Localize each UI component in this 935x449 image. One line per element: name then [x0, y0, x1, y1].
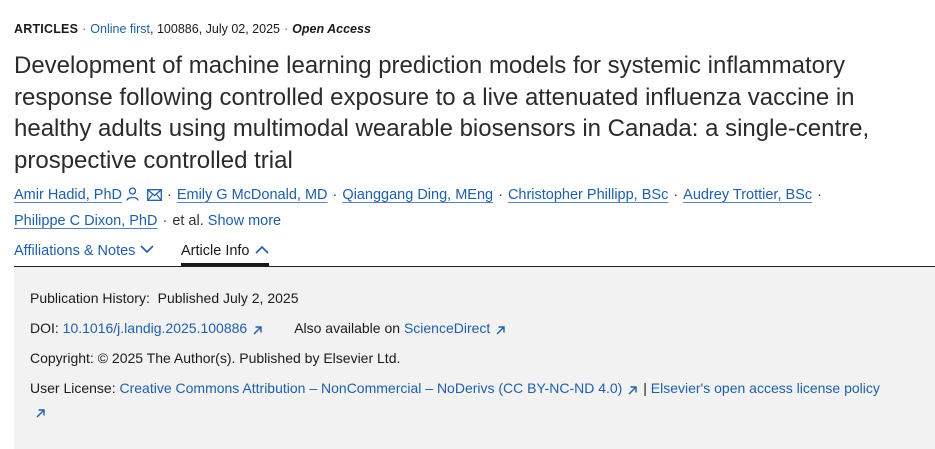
meta-separator: · — [284, 22, 289, 36]
online-first-link[interactable]: Online first — [90, 22, 150, 36]
doi-link[interactable]: 10.1016/j.landig.2025.100886 — [63, 320, 248, 336]
author-separator: · — [162, 213, 168, 229]
external-link-icon — [626, 381, 639, 401]
article-details: , 100886, July 02, 2025 — [150, 22, 280, 36]
author-separator: · — [166, 187, 172, 203]
author-link[interactable]: Amir Hadid, PhD — [14, 187, 122, 203]
external-link-icon — [251, 321, 264, 341]
doi-row: DOI: 10.1016/j.landig.2025.100886 Also av… — [30, 318, 507, 341]
external-link-icon — [494, 321, 507, 341]
copyright: Copyright: © 2025 The Author(s). Publish… — [30, 350, 401, 366]
external-link-icon — [34, 404, 47, 424]
author-link[interactable]: Qianggang Ding, MEng — [342, 187, 493, 203]
person-icon[interactable] — [126, 185, 139, 209]
author-separator: · — [817, 187, 822, 203]
chevron-down-icon — [135, 243, 155, 259]
author-link[interactable]: Philippe C Dixon, PhD — [14, 213, 157, 229]
history-value: Published July 2, 2025 — [157, 290, 299, 306]
tab-affiliations[interactable]: Affiliations & Notes — [14, 241, 155, 261]
mail-icon[interactable] — [147, 185, 162, 209]
author-separator: · — [673, 187, 679, 203]
meta-separator: · — [82, 22, 87, 36]
open-access-label: Open Access — [292, 22, 371, 36]
tab-article-info[interactable]: Article Info — [181, 241, 269, 266]
author-list: Amir Hadid, PhD · Emily G McDonald, MD · Qia… — [14, 183, 924, 233]
article-type: ARTICLES — [14, 22, 79, 36]
chevron-up-icon — [250, 243, 269, 259]
author-link[interactable]: Emily G McDonald, MD — [177, 187, 328, 203]
article-meta: ARTICLES · Online first, 100886, July 02, … — [14, 20, 371, 38]
author-link[interactable]: Audrey Trottier, BSc — [683, 187, 812, 203]
article-title: Development of machine learning predicti… — [14, 52, 870, 174]
user-license: User License: Creative Commons Attributi… — [30, 378, 890, 424]
article-info-panel: Publication History: Published July 2, 2… — [14, 267, 935, 449]
publication-history: Publication History: Published July 2, 2… — [30, 288, 298, 308]
license-link[interactable]: Creative Commons Attribution – NonCommer… — [119, 380, 622, 396]
sciencedirect-link[interactable]: ScienceDirect — [404, 320, 490, 336]
history-label: Publication History: — [30, 290, 150, 306]
et-al: et al. — [172, 213, 204, 229]
license-separator: | — [643, 380, 647, 396]
tab-affiliations-label: Affiliations & Notes — [14, 243, 136, 259]
author-link[interactable]: Christopher Phillipp, BSc — [508, 187, 668, 203]
author-separator: · — [498, 187, 503, 203]
license-label: User License: — [30, 380, 116, 396]
show-more-link[interactable]: Show more — [208, 213, 281, 229]
elsevier-policy-link[interactable]: Elsevier's open access license policy — [651, 380, 880, 396]
doi-label: DOI: — [30, 320, 59, 336]
also-available-label: Also available on — [294, 320, 401, 336]
author-separator: · — [332, 187, 338, 203]
article-header: ARTICLES · Online first, 100886, July 02, … — [0, 0, 935, 449]
tab-article-info-label: Article Info — [181, 243, 250, 259]
